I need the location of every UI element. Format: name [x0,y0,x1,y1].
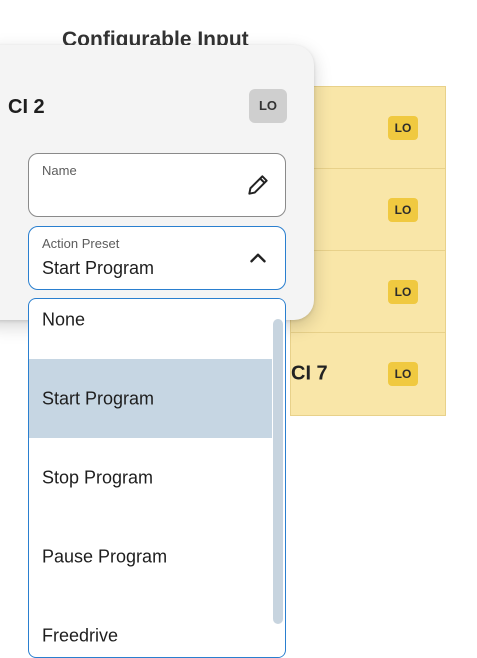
name-field-label: Name [42,163,77,178]
ci-row[interactable]: CI 7 LO [291,333,445,415]
dropdown-option-pause-program[interactable]: Pause Program [29,517,273,596]
ci-row[interactable]: 6 LO [291,251,445,333]
dropdown-option-label: Pause Program [42,546,168,566]
popover-title: CI 2 [8,96,45,118]
dropdown-option-label: Start Program [42,388,155,408]
popover-state-badge: LO [249,89,287,123]
dropdown-option-label: None [42,309,86,329]
dropdown-scrollbar-thumb[interactable] [273,319,283,624]
ci-state-badge: LO [388,279,418,304]
dropdown-option-stop-program[interactable]: Stop Program [29,438,273,517]
dropdown-option-freedrive[interactable]: Freedrive [29,596,273,657]
dropdown-option-label: Freedrive [42,625,119,645]
action-preset-select[interactable]: Action Preset Start Program [28,226,286,290]
action-preset-value: Start Program [42,258,155,278]
ci-row-label: CI 7 [291,362,328,385]
dropdown-option-label: Stop Program [42,467,154,487]
name-field[interactable]: Name [28,153,286,217]
ci-state-badge: LO [388,362,418,386]
ci-state-badge: LO [388,197,418,222]
dropdown-option-none[interactable]: None [29,299,273,359]
pencil-icon[interactable] [245,172,271,198]
action-preset-label: Action Preset [42,236,120,251]
dropdown-option-start-program[interactable]: Start Program [29,359,273,438]
ci-row[interactable]: 5 LO [291,169,445,251]
chevron-up-icon[interactable] [245,245,271,271]
action-preset-dropdown: None Start Program Stop Program Pause Pr… [28,298,286,658]
ci-row[interactable]: 4 LO [291,87,445,169]
ci-state-badge: LO [388,115,418,140]
